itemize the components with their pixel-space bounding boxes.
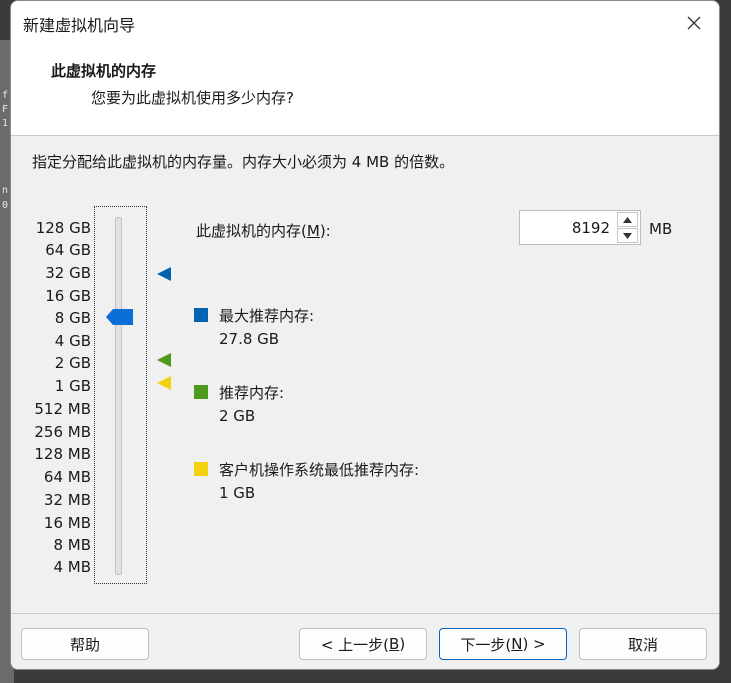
memory-label: 此虚拟机的内存(M): [196, 222, 331, 240]
help-button[interactable]: 帮助 [21, 628, 149, 660]
slider-tick-label: 64 MB [43, 468, 91, 486]
chevron-down-icon [623, 232, 632, 239]
slider-tick-label: 1 GB [54, 377, 91, 395]
memory-unit: MB [649, 220, 673, 238]
slider-tick-label: 128 MB [34, 445, 91, 463]
slider-tick-label: 16 MB [43, 514, 91, 532]
new-vm-wizard-dialog: 新建虚拟机向导 此虚拟机的内存 您要为此虚拟机使用多少内存? 指定分配给此虚拟机… [10, 0, 720, 670]
background-text: F [2, 104, 9, 115]
slider-tick-label: 4 MB [53, 558, 91, 576]
slider-tick-label: 512 MB [34, 400, 91, 418]
slider-tick-label: 8 MB [53, 536, 91, 554]
slider-tick-label: 64 GB [45, 241, 91, 259]
title-bar: 新建虚拟机向导 [11, 1, 719, 45]
page-subtitle: 您要为此虚拟机使用多少内存? [91, 89, 294, 107]
cancel-button[interactable]: 取消 [579, 628, 707, 660]
background-text: f [2, 90, 9, 101]
max-recommended-value: 27.8 GB [219, 330, 280, 348]
background-text: 1 [2, 118, 9, 129]
recommended-label: 推荐内存: [219, 384, 285, 402]
back-button[interactable]: < 上一步(B) [299, 628, 427, 660]
slider-track[interactable] [115, 217, 122, 575]
instruction-text: 指定分配给此虚拟机的内存量。内存大小必须为 4 MB 的倍数。 [32, 153, 455, 171]
close-icon [687, 16, 701, 30]
slider-tick-label: 32 MB [43, 491, 91, 509]
recommended-swatch [194, 385, 208, 399]
guest-min-swatch [194, 462, 208, 476]
background-text: n [2, 185, 9, 196]
close-button[interactable] [679, 8, 709, 38]
guest-min-label: 客户机操作系统最低推荐内存: [219, 461, 420, 479]
chevron-up-icon [623, 216, 632, 223]
guest-min-marker-icon [157, 376, 171, 390]
background-text: 0 [2, 200, 9, 211]
next-button[interactable]: 下一步(N) > [439, 628, 567, 660]
slider-tick-label: 128 GB [35, 219, 91, 237]
window-title: 新建虚拟机向导 [23, 16, 136, 35]
max-recommended-swatch [194, 308, 208, 322]
recommended-marker-icon [157, 353, 171, 367]
slider-tick-label: 16 GB [45, 287, 91, 305]
slider-tick-label: 4 GB [54, 332, 91, 350]
button-bar: 帮助 < 上一步(B) 下一步(N) > 取消 [11, 613, 719, 669]
max-recommended-label: 最大推荐内存: [219, 307, 315, 325]
wizard-header: 此虚拟机的内存 您要为此虚拟机使用多少内存? [11, 45, 719, 136]
increment-button[interactable] [617, 212, 638, 227]
recommended-value: 2 GB [219, 407, 256, 425]
page-title: 此虚拟机的内存 [51, 62, 157, 80]
memory-input[interactable] [520, 211, 614, 244]
memory-spinbox [519, 210, 641, 245]
decrement-button[interactable] [617, 228, 638, 243]
slider-tick-label: 2 GB [54, 354, 91, 372]
slider-tick-label: 32 GB [45, 264, 91, 282]
slider-tick-label: 8 GB [54, 309, 91, 327]
max-recommended-marker-icon [157, 267, 171, 281]
guest-min-value: 1 GB [219, 484, 256, 502]
slider-tick-label: 256 MB [34, 423, 91, 441]
slider-thumb[interactable] [106, 309, 133, 325]
